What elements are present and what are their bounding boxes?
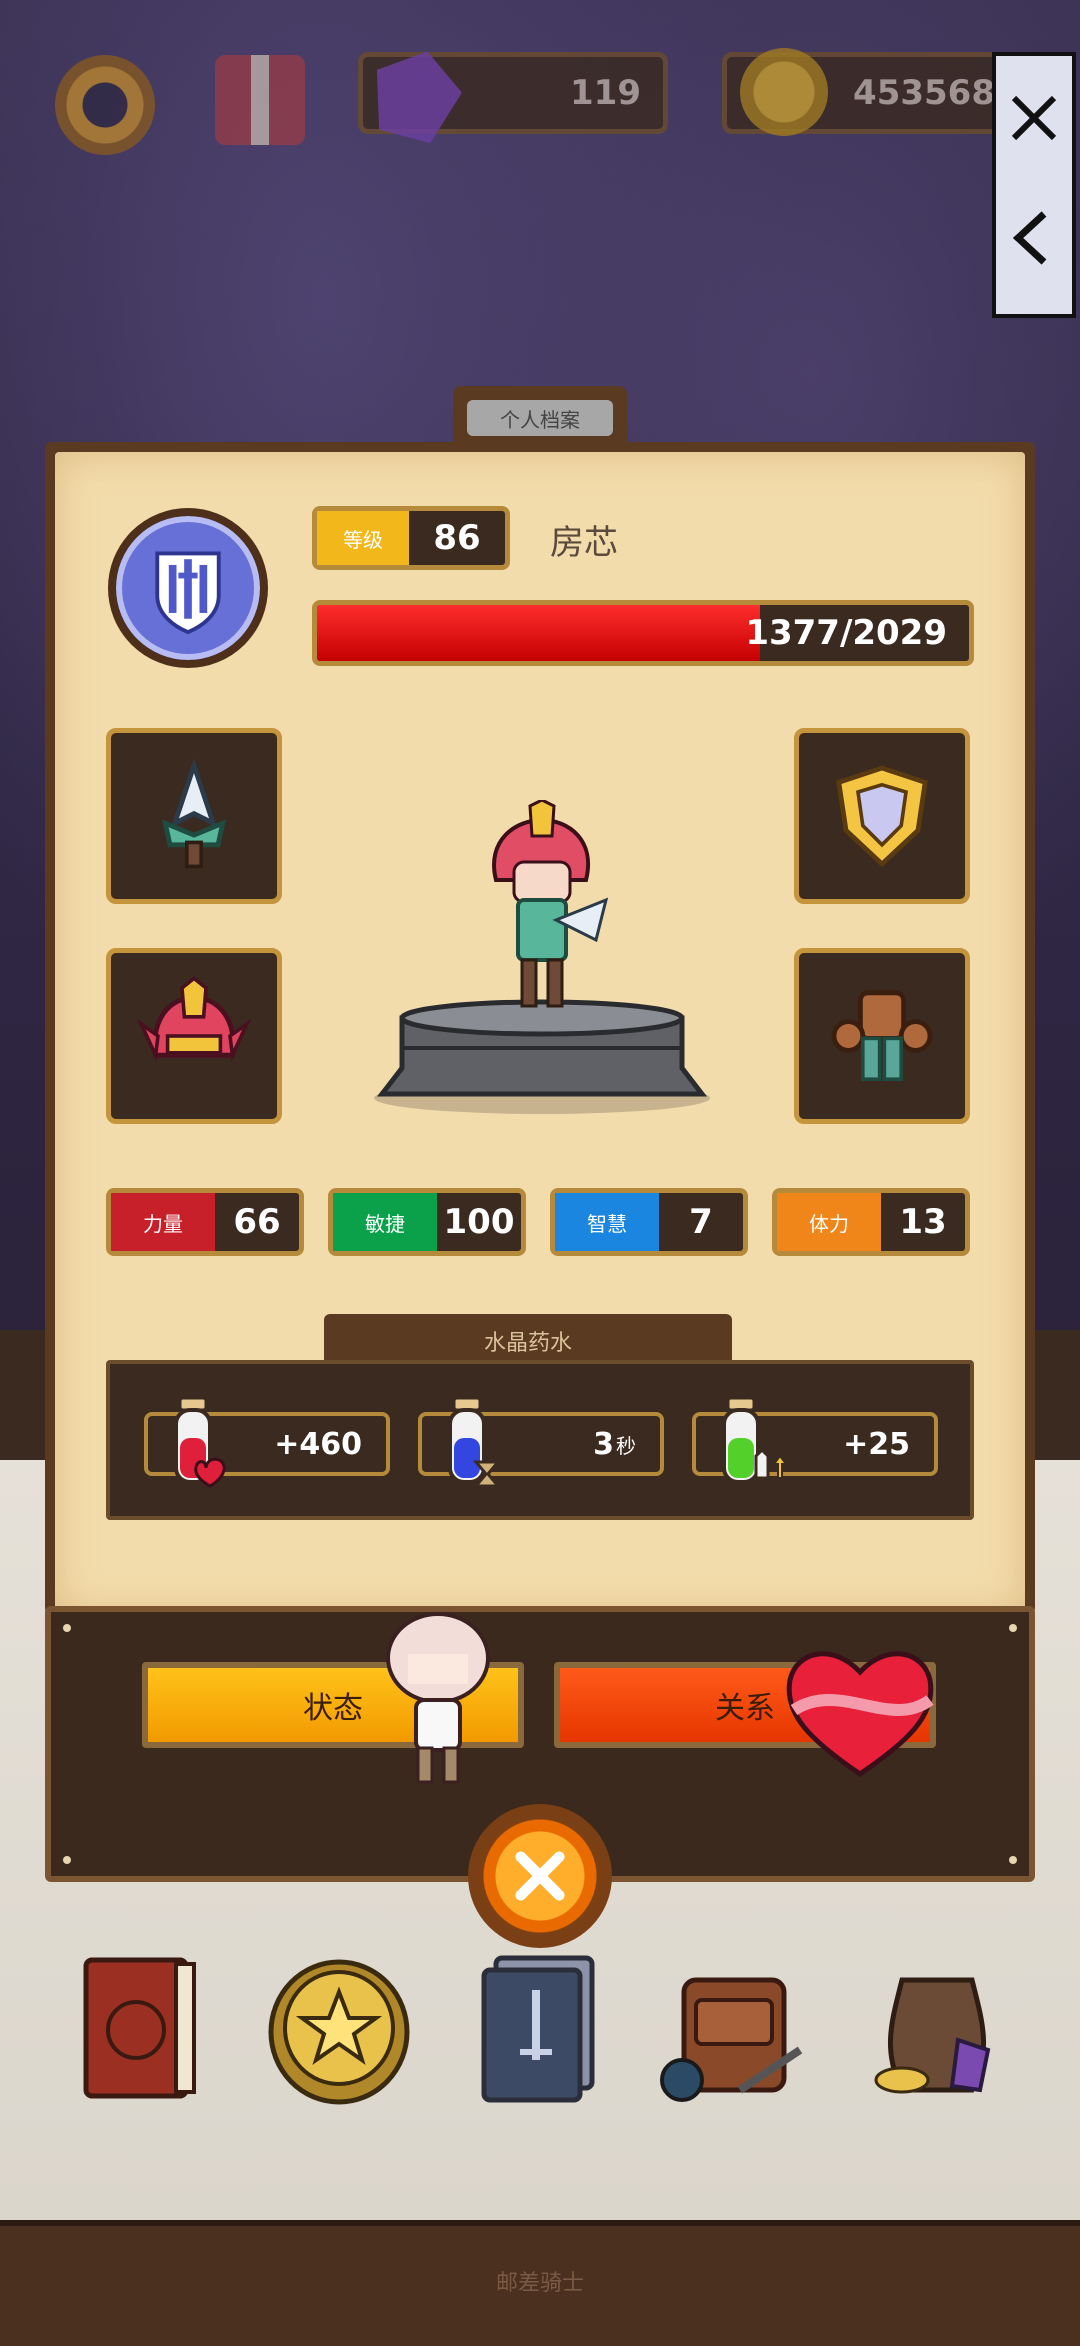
hp-bar: 1377/2029	[312, 600, 974, 666]
stat-stamina-value: 13	[899, 1202, 947, 1242]
rivet	[1009, 1856, 1017, 1864]
stat-strength-label: 力量	[111, 1193, 215, 1251]
red-helmet-icon	[136, 976, 252, 1062]
spear-tip-icon	[161, 758, 227, 869]
stat-agility-value: 100	[443, 1202, 515, 1242]
red-potion-heart-icon	[174, 1396, 226, 1488]
chibi-character	[386, 1612, 490, 1784]
close-panel-button[interactable]	[468, 1804, 612, 1948]
gold-shield-icon	[836, 765, 928, 868]
profile-tab-label: 个人档案	[467, 400, 613, 436]
potion-attack-value: +25	[843, 1426, 910, 1462]
stat-stamina-label: 体力	[777, 1193, 881, 1251]
stat-agility-label: 敏捷	[333, 1193, 437, 1251]
card-deck-icon[interactable]	[466, 1940, 616, 2110]
back-arrow-icon[interactable]	[996, 178, 1072, 298]
heart-ribbon-icon	[786, 1651, 934, 1778]
helmet-slot[interactable]	[106, 948, 282, 1124]
gold-count: 453568	[853, 73, 995, 113]
leather-armor-icon	[831, 990, 933, 1081]
guild-shield-emblem-icon	[108, 508, 268, 668]
potion-time-value: 3	[593, 1426, 614, 1462]
journal-book-icon[interactable]	[66, 1940, 216, 2110]
rivet	[63, 1624, 71, 1632]
stat-wisdom-label: 智慧	[555, 1193, 659, 1251]
profile-tab: 个人档案	[453, 386, 627, 446]
rivet	[63, 1856, 71, 1864]
hero-character	[492, 800, 609, 1008]
treasure-bag-icon[interactable]	[862, 1940, 1012, 2110]
hp-bar-fill	[317, 605, 760, 661]
level-badge: 等级 86	[312, 506, 510, 570]
level-value: 86	[433, 518, 481, 558]
stat-agility: 敏捷 100	[328, 1188, 526, 1256]
floating-side-bar	[992, 52, 1076, 318]
stat-wisdom-value: 7	[689, 1202, 713, 1242]
stat-stamina: 体力 13	[772, 1188, 970, 1256]
potion-heal-value: +460	[274, 1426, 362, 1462]
armor-slot[interactable]	[794, 948, 970, 1124]
gem-count: 119	[570, 73, 641, 113]
close-x-icon	[515, 1851, 565, 1901]
blue-potion-hourglass-icon	[448, 1396, 502, 1488]
gold-coin-icon	[740, 48, 828, 136]
potion-time-unit: 秒	[616, 1433, 636, 1458]
hp-text: 1377/2029	[745, 613, 947, 653]
settings-gear-icon[interactable]	[55, 55, 155, 155]
level-label: 等级	[317, 511, 409, 565]
stat-wisdom: 智慧 7	[550, 1188, 748, 1256]
footer-title: 邮差骑士	[495, 2271, 584, 2296]
stat-strength: 力量 66	[106, 1188, 304, 1256]
weapon-slot[interactable]	[106, 728, 282, 904]
rivet	[1009, 1624, 1017, 1632]
stat-strength-value: 66	[233, 1202, 281, 1242]
green-potion-sword-icon	[722, 1396, 786, 1484]
gift-box-icon[interactable]	[215, 55, 305, 145]
shield-slot[interactable]	[794, 728, 970, 904]
star-coin-icon[interactable]	[264, 1940, 414, 2110]
hero-name: 房芯	[550, 523, 618, 563]
close-icon[interactable]	[996, 58, 1072, 178]
backpack-inventory-icon[interactable]	[660, 1940, 810, 2110]
